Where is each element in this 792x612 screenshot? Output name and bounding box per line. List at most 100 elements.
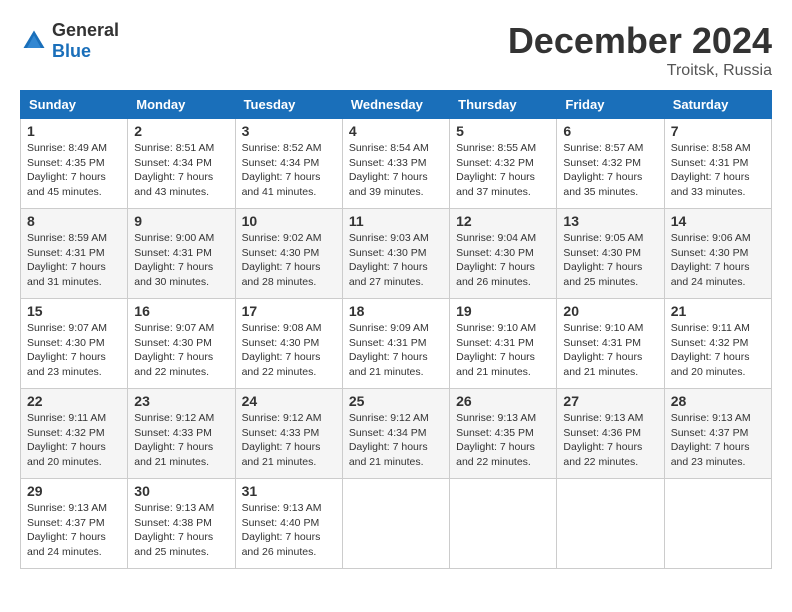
day-info: Sunrise: 9:08 AMSunset: 4:30 PMDaylight:… [242,321,336,380]
day-number: 30 [134,483,228,499]
day-number: 19 [456,303,550,319]
calendar-day-cell: 10 Sunrise: 9:02 AMSunset: 4:30 PMDaylig… [235,209,342,299]
day-number: 13 [563,213,657,229]
calendar-day-cell: 22 Sunrise: 9:11 AMSunset: 4:32 PMDaylig… [21,389,128,479]
calendar-day-cell: 11 Sunrise: 9:03 AMSunset: 4:30 PMDaylig… [342,209,449,299]
day-number: 15 [27,303,121,319]
day-number: 20 [563,303,657,319]
calendar-day-cell: 9 Sunrise: 9:00 AMSunset: 4:31 PMDayligh… [128,209,235,299]
day-number: 6 [563,123,657,139]
day-info: Sunrise: 8:55 AMSunset: 4:32 PMDaylight:… [456,141,550,200]
day-number: 12 [456,213,550,229]
day-number: 8 [27,213,121,229]
calendar-day-cell: 29 Sunrise: 9:13 AMSunset: 4:37 PMDaylig… [21,479,128,569]
day-info: Sunrise: 9:10 AMSunset: 4:31 PMDaylight:… [456,321,550,380]
day-number: 1 [27,123,121,139]
weekday-header-cell: Thursday [450,91,557,119]
month-title: December 2024 [508,20,772,62]
calendar-day-cell [342,479,449,569]
calendar-day-cell: 2 Sunrise: 8:51 AMSunset: 4:34 PMDayligh… [128,119,235,209]
calendar-day-cell: 19 Sunrise: 9:10 AMSunset: 4:31 PMDaylig… [450,299,557,389]
day-info: Sunrise: 9:13 AMSunset: 4:35 PMDaylight:… [456,411,550,470]
title-area: December 2024 Troitsk, Russia [508,20,772,80]
calendar-day-cell: 13 Sunrise: 9:05 AMSunset: 4:30 PMDaylig… [557,209,664,299]
day-number: 21 [671,303,765,319]
calendar-day-cell: 15 Sunrise: 9:07 AMSunset: 4:30 PMDaylig… [21,299,128,389]
calendar-day-cell: 20 Sunrise: 9:10 AMSunset: 4:31 PMDaylig… [557,299,664,389]
calendar-day-cell [664,479,771,569]
day-number: 11 [349,213,443,229]
day-info: Sunrise: 9:07 AMSunset: 4:30 PMDaylight:… [134,321,228,380]
calendar-day-cell: 27 Sunrise: 9:13 AMSunset: 4:36 PMDaylig… [557,389,664,479]
day-info: Sunrise: 9:13 AMSunset: 4:36 PMDaylight:… [563,411,657,470]
day-number: 17 [242,303,336,319]
logo: General Blue [20,20,119,62]
weekday-header-cell: Monday [128,91,235,119]
calendar-day-cell: 17 Sunrise: 9:08 AMSunset: 4:30 PMDaylig… [235,299,342,389]
weekday-header-cell: Friday [557,91,664,119]
calendar-day-cell: 12 Sunrise: 9:04 AMSunset: 4:30 PMDaylig… [450,209,557,299]
weekday-header-cell: Wednesday [342,91,449,119]
calendar-week-row: 29 Sunrise: 9:13 AMSunset: 4:37 PMDaylig… [21,479,772,569]
logo-icon [20,27,48,55]
calendar-day-cell: 14 Sunrise: 9:06 AMSunset: 4:30 PMDaylig… [664,209,771,299]
day-info: Sunrise: 8:58 AMSunset: 4:31 PMDaylight:… [671,141,765,200]
day-number: 2 [134,123,228,139]
day-info: Sunrise: 8:52 AMSunset: 4:34 PMDaylight:… [242,141,336,200]
day-number: 28 [671,393,765,409]
day-info: Sunrise: 9:13 AMSunset: 4:37 PMDaylight:… [27,501,121,560]
day-info: Sunrise: 9:07 AMSunset: 4:30 PMDaylight:… [27,321,121,380]
day-number: 14 [671,213,765,229]
calendar-day-cell: 30 Sunrise: 9:13 AMSunset: 4:38 PMDaylig… [128,479,235,569]
day-info: Sunrise: 9:13 AMSunset: 4:37 PMDaylight:… [671,411,765,470]
day-number: 24 [242,393,336,409]
day-number: 23 [134,393,228,409]
day-info: Sunrise: 9:04 AMSunset: 4:30 PMDaylight:… [456,231,550,290]
day-info: Sunrise: 9:11 AMSunset: 4:32 PMDaylight:… [27,411,121,470]
day-info: Sunrise: 9:13 AMSunset: 4:40 PMDaylight:… [242,501,336,560]
day-number: 9 [134,213,228,229]
location-title: Troitsk, Russia [508,62,772,80]
day-info: Sunrise: 9:03 AMSunset: 4:30 PMDaylight:… [349,231,443,290]
day-info: Sunrise: 9:12 AMSunset: 4:33 PMDaylight:… [242,411,336,470]
calendar-week-row: 22 Sunrise: 9:11 AMSunset: 4:32 PMDaylig… [21,389,772,479]
day-info: Sunrise: 9:09 AMSunset: 4:31 PMDaylight:… [349,321,443,380]
calendar-week-row: 8 Sunrise: 8:59 AMSunset: 4:31 PMDayligh… [21,209,772,299]
calendar-day-cell: 26 Sunrise: 9:13 AMSunset: 4:35 PMDaylig… [450,389,557,479]
day-number: 4 [349,123,443,139]
calendar-day-cell [557,479,664,569]
logo-blue: Blue [52,41,91,61]
calendar-day-cell: 21 Sunrise: 9:11 AMSunset: 4:32 PMDaylig… [664,299,771,389]
day-number: 27 [563,393,657,409]
day-number: 31 [242,483,336,499]
day-number: 7 [671,123,765,139]
calendar-day-cell: 16 Sunrise: 9:07 AMSunset: 4:30 PMDaylig… [128,299,235,389]
day-info: Sunrise: 8:49 AMSunset: 4:35 PMDaylight:… [27,141,121,200]
day-number: 5 [456,123,550,139]
day-number: 18 [349,303,443,319]
page-header: General Blue December 2024 Troitsk, Russ… [20,20,772,80]
calendar-day-cell: 8 Sunrise: 8:59 AMSunset: 4:31 PMDayligh… [21,209,128,299]
weekday-header-row: SundayMondayTuesdayWednesdayThursdayFrid… [21,91,772,119]
day-number: 16 [134,303,228,319]
day-info: Sunrise: 8:51 AMSunset: 4:34 PMDaylight:… [134,141,228,200]
day-number: 25 [349,393,443,409]
calendar-day-cell: 4 Sunrise: 8:54 AMSunset: 4:33 PMDayligh… [342,119,449,209]
day-number: 22 [27,393,121,409]
calendar-day-cell: 18 Sunrise: 9:09 AMSunset: 4:31 PMDaylig… [342,299,449,389]
day-info: Sunrise: 9:12 AMSunset: 4:34 PMDaylight:… [349,411,443,470]
calendar-day-cell: 25 Sunrise: 9:12 AMSunset: 4:34 PMDaylig… [342,389,449,479]
day-number: 10 [242,213,336,229]
calendar-week-row: 1 Sunrise: 8:49 AMSunset: 4:35 PMDayligh… [21,119,772,209]
calendar-body: 1 Sunrise: 8:49 AMSunset: 4:35 PMDayligh… [21,119,772,569]
calendar-day-cell: 1 Sunrise: 8:49 AMSunset: 4:35 PMDayligh… [21,119,128,209]
day-info: Sunrise: 9:12 AMSunset: 4:33 PMDaylight:… [134,411,228,470]
weekday-header-cell: Tuesday [235,91,342,119]
day-info: Sunrise: 9:00 AMSunset: 4:31 PMDaylight:… [134,231,228,290]
day-info: Sunrise: 9:02 AMSunset: 4:30 PMDaylight:… [242,231,336,290]
weekday-header-cell: Sunday [21,91,128,119]
day-info: Sunrise: 9:13 AMSunset: 4:38 PMDaylight:… [134,501,228,560]
day-info: Sunrise: 9:11 AMSunset: 4:32 PMDaylight:… [671,321,765,380]
day-info: Sunrise: 9:05 AMSunset: 4:30 PMDaylight:… [563,231,657,290]
day-info: Sunrise: 8:57 AMSunset: 4:32 PMDaylight:… [563,141,657,200]
